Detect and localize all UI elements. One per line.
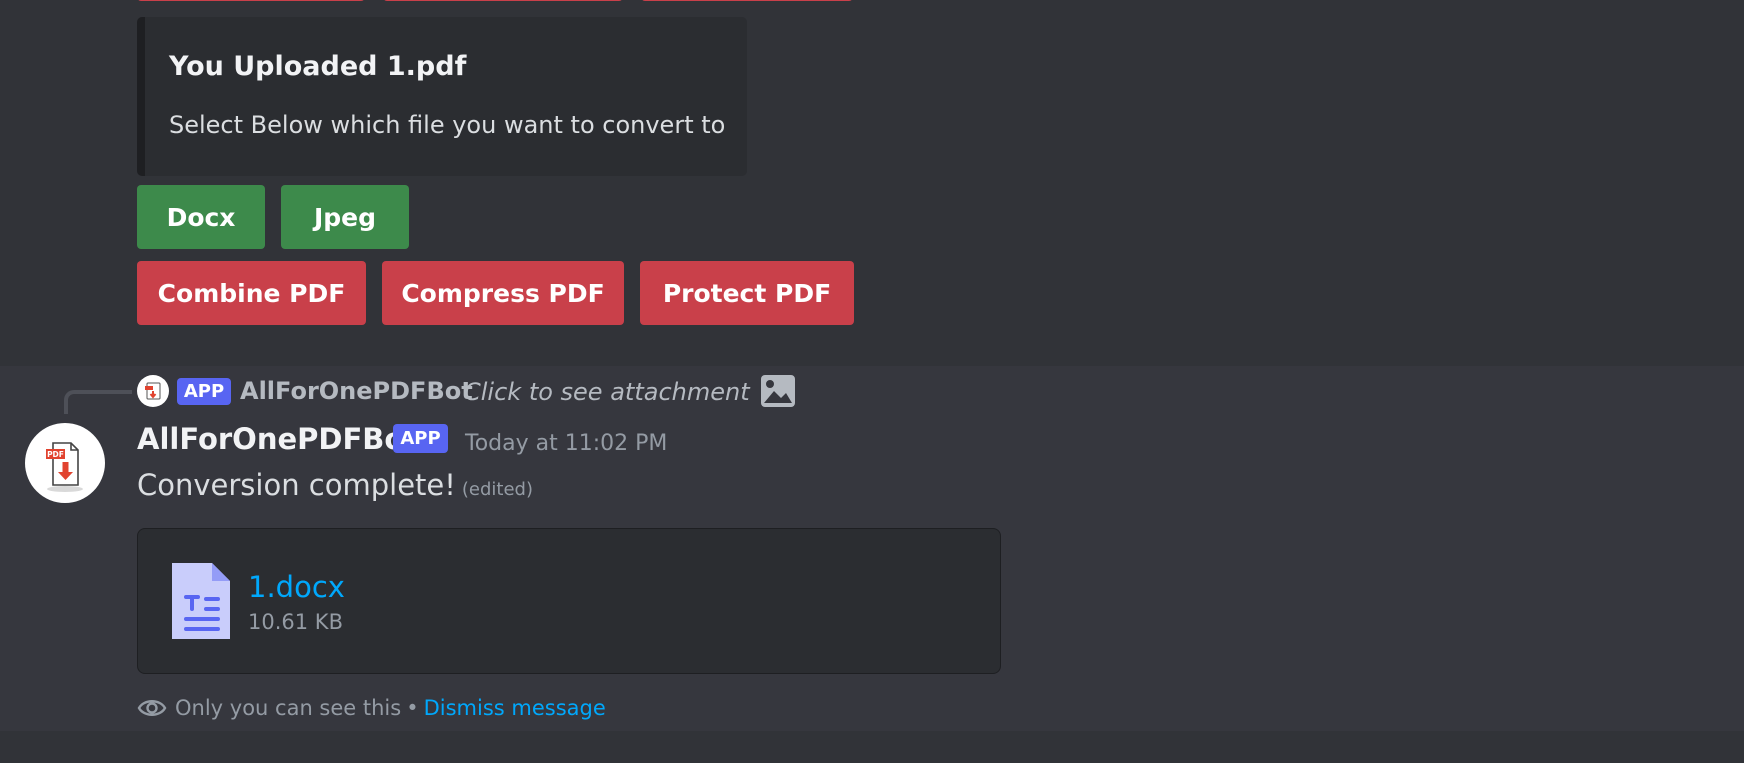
reply-preview[interactable]: Click to see attachment [464, 380, 750, 404]
dismiss-message-link[interactable]: Dismiss message [424, 696, 606, 720]
ephemeral-notice: Only you can see this • Dismiss message [137, 694, 606, 722]
ephemeral-text: Only you can see this [175, 696, 402, 720]
pdf-download-icon: PDF [46, 442, 83, 492]
svg-text:PDF: PDF [47, 450, 64, 459]
reply-app-badge: APP [177, 378, 231, 405]
message-timestamp[interactable]: Today at 11:02 PM [465, 433, 667, 455]
docx-button[interactable]: Docx [137, 185, 265, 249]
document-icon [172, 563, 230, 639]
separator-dot: • [406, 696, 419, 720]
image-icon [761, 375, 795, 407]
reply-author[interactable]: AllForOnePDFBot [240, 379, 473, 403]
author-app-badge: APP [393, 424, 448, 453]
reply-connector [64, 390, 132, 414]
compress-pdf-button[interactable]: Compress PDF [382, 261, 624, 325]
protect-pdf-button[interactable]: Protect PDF [640, 261, 854, 325]
pdf-download-icon [145, 382, 161, 400]
file-size: 10.61 KB [248, 610, 343, 634]
combine-pdf-button[interactable]: Combine PDF [137, 261, 366, 325]
upload-embed: You Uploaded 1.pdf Select Below which fi… [137, 17, 747, 176]
embed-description: Select Below which file you want to conv… [169, 111, 726, 139]
reply-avatar[interactable] [137, 375, 169, 407]
previous-red-button[interactable] [383, 0, 623, 1]
bot-avatar[interactable]: PDF [25, 423, 105, 503]
jpeg-button[interactable]: Jpeg [281, 185, 409, 249]
message-author[interactable]: AllForOnePDFBot [137, 425, 418, 454]
previous-red-button[interactable] [641, 0, 853, 1]
previous-red-button[interactable] [137, 0, 365, 1]
edited-label: (edited) [461, 479, 533, 500]
message-content: Conversion complete! (edited) [137, 471, 533, 500]
message-text: Conversion complete! [137, 468, 456, 502]
eye-icon [137, 700, 167, 716]
file-name-link[interactable]: 1.docx [248, 573, 345, 602]
embed-title: You Uploaded 1.pdf [169, 51, 467, 82]
chat-view: You Uploaded 1.pdf Select Below which fi… [0, 0, 1744, 763]
file-attachment[interactable]: 1.docx 10.61 KB [137, 528, 1001, 674]
